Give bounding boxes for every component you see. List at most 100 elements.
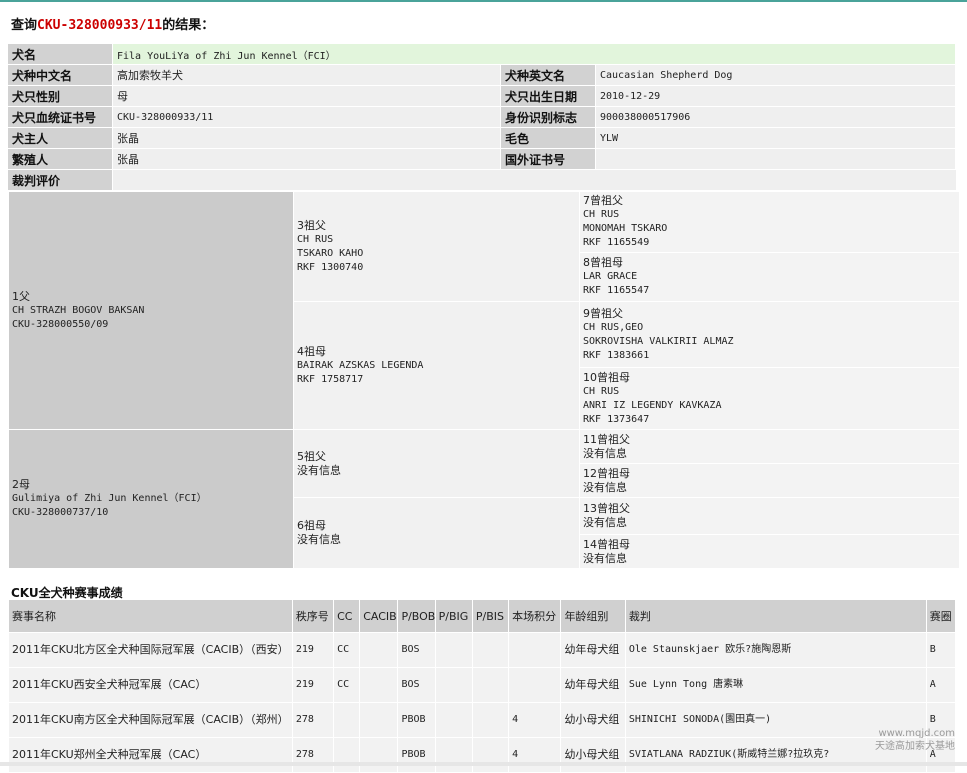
gp3-line2: TSKARO KAHO	[297, 247, 364, 259]
cacib-value	[360, 703, 398, 737]
id-mark-label: 身份识别标志	[501, 107, 596, 127]
gp4-line1: BAIRAK AZSKAS LEGENDA	[297, 359, 424, 371]
table-row: 2011年CKU北方区全犬种国际冠军展（CACIB）（西安） 219 CC BO…	[9, 633, 955, 667]
col-header-pbob: P/BOB	[398, 600, 435, 632]
event-name: 2011年CKU北方区全犬种国际冠军展（CACIB）（西安）	[9, 633, 292, 667]
col-header-cacib: CACIB	[360, 600, 398, 632]
sire-name: CH STRAZH BOGOV BAKSAN	[12, 304, 145, 316]
event-name: 2011年CKU西安全犬种冠军展（CAC）	[9, 668, 292, 702]
gp3-title: 3祖父	[297, 218, 326, 232]
cacib-value	[360, 668, 398, 702]
top-accent-line	[0, 0, 967, 2]
id-mark-value: 900038000517906	[596, 107, 957, 127]
ggp14-line1: 没有信息	[583, 551, 627, 565]
pedigree-ggp-7: 7曾祖父 CH RUS MONOMAH TSKARO RKF 1165549	[580, 192, 959, 252]
owner-label: 犬主人	[8, 128, 113, 148]
ggp10-line1: CH RUS	[583, 385, 620, 397]
page-title-suffix: 的结果：	[162, 18, 215, 33]
ggp8-line2: RKF 1165547	[583, 285, 650, 296]
ggp9-line3: RKF 1383661	[583, 349, 650, 361]
cacib-value	[360, 738, 398, 772]
pedigree-ggp-11: 11曾祖父 没有信息	[580, 430, 959, 463]
registration-value: CKU-328000933/11	[113, 107, 501, 127]
col-header-event: 赛事名称	[9, 600, 292, 632]
bottom-edge	[0, 762, 967, 766]
table-row: 2011年CKU郑州全犬种冠军展（CAC） 278 PBOB 4 幼小母犬组 S…	[9, 738, 955, 772]
pedigree-granddam-4: 4祖母 BAIRAK AZSKAS LEGENDA RKF 1758717	[294, 302, 579, 429]
col-header-judge: 裁判	[625, 600, 926, 632]
judge-evaluation-label: 裁判评价	[8, 170, 113, 190]
birth-value: 2010-12-29	[596, 86, 957, 106]
watermark-text: 天途高加索犬基地	[875, 741, 955, 752]
gp5-title: 5祖父	[297, 449, 326, 463]
foreign-cert-value	[596, 149, 957, 169]
pbis-value	[472, 633, 509, 667]
gp6-line1: 没有信息	[297, 533, 341, 546]
ring-value: B	[926, 633, 955, 667]
ggp10-title: 10曾祖母	[583, 370, 630, 384]
ggp11-line1: 没有信息	[583, 446, 627, 460]
ggp7-title: 7曾祖父	[583, 194, 623, 207]
sex-label: 犬只性别	[8, 86, 113, 106]
pedigree-grandsire-3: 3祖父 CH RUS TSKARO KAHO RKF 1300740	[294, 192, 579, 301]
order-no: 219	[292, 668, 334, 702]
age-group-value: 幼年母犬组	[561, 633, 625, 667]
breeder-label: 繁殖人	[8, 149, 113, 169]
gp4-line2: RKF 1758717	[297, 373, 364, 385]
breed-cn-label: 犬种中文名	[8, 65, 113, 85]
pbis-value	[472, 738, 509, 772]
ggp14-title: 14曾祖母	[583, 537, 630, 551]
registration-label: 犬只血统证书号	[8, 107, 113, 127]
foreign-cert-label: 国外证书号	[501, 149, 596, 169]
table-row: 2011年CKU南方区全犬种国际冠军展（CACIB）（郑州） 278 PBOB …	[9, 703, 955, 737]
ggp10-line2: ANRI IZ LEGENDY KAVKAZA	[583, 399, 722, 411]
order-no: 219	[292, 633, 334, 667]
dog-info-table: 犬名 Fila YouLiYa of Zhi Jun Kennel（FCI） 犬…	[8, 43, 957, 191]
dam-registration: CKU-328000737/10	[12, 507, 109, 518]
pbob-value: BOS	[398, 633, 435, 667]
points-value	[509, 633, 561, 667]
ggp12-title: 12曾祖母	[583, 466, 630, 480]
gp6-title: 6祖母	[297, 519, 326, 532]
col-header-points: 本场积分	[509, 600, 561, 632]
page-title: 查询CKU-328000933/11的结果：	[11, 14, 214, 33]
pbig-value	[435, 738, 472, 772]
ggp11-title: 11曾祖父	[583, 432, 630, 446]
page-title-prefix: 查询	[11, 18, 38, 33]
ggp8-line1: LAR GRACE	[583, 271, 638, 282]
pedigree-ggp-14: 14曾祖母 没有信息	[580, 535, 959, 568]
pbis-value	[472, 703, 509, 737]
pedigree-ggp-8: 8曾祖母 LAR GRACE RKF 1165547	[580, 253, 959, 301]
table-row: 2011年CKU西安全犬种冠军展（CAC） 219 CC BOS 幼年母犬组 S…	[9, 668, 955, 702]
ggp9-line1: CH RUS,GEO	[583, 321, 644, 333]
pbig-value	[435, 668, 472, 702]
points-value: 4	[509, 703, 561, 737]
cc-value: CC	[334, 633, 360, 667]
points-value: 4	[509, 738, 561, 772]
site-watermark: www.mqjd.com 天途高加索犬基地	[875, 727, 955, 753]
col-header-ring: 赛圈	[926, 600, 955, 632]
event-name: 2011年CKU郑州全犬种冠军展（CAC）	[9, 738, 292, 772]
sex-value: 母	[113, 86, 501, 106]
ggp9-title: 9曾祖父	[583, 306, 623, 320]
judge-value: Ole Staunskjaer 欧乐?施陶恩斯	[625, 633, 926, 667]
pedigree-granddam-6: 6祖母 没有信息	[294, 498, 579, 568]
judge-value: Sue Lynn Tong 唐素琳	[625, 668, 926, 702]
points-value	[509, 668, 561, 702]
watermark-site: www.mqjd.com	[878, 728, 955, 739]
pedigree-dam: 2母 Gulimiya of Zhi Jun Kennel（FCI） CKU-3…	[9, 430, 293, 568]
sire-registration: CKU-328000550/09	[12, 318, 109, 330]
pbob-value: PBOB	[398, 703, 435, 737]
pedigree-ggp-13: 13曾祖父 没有信息	[580, 498, 959, 534]
cc-value	[334, 738, 360, 772]
gp5-line1: 没有信息	[297, 463, 341, 477]
breed-en-value: Caucasian Shepherd Dog	[596, 65, 957, 85]
owner-value: 张晶	[113, 128, 501, 148]
birth-label: 犬只出生日期	[501, 86, 596, 106]
pedigree-ggp-10: 10曾祖母 CH RUS ANRI IZ LEGENDY KAVKAZA RKF…	[580, 368, 959, 429]
breeder-value: 张晶	[113, 149, 501, 169]
ggp7-line3: RKF 1165549	[583, 237, 650, 248]
pedigree-grandsire-5: 5祖父 没有信息	[294, 430, 579, 497]
breed-en-label: 犬种英文名	[501, 65, 596, 85]
shows-table: 赛事名称 秩序号 CC CACIB P/BOB P/BIG P/BIS 本场积分…	[8, 599, 956, 773]
